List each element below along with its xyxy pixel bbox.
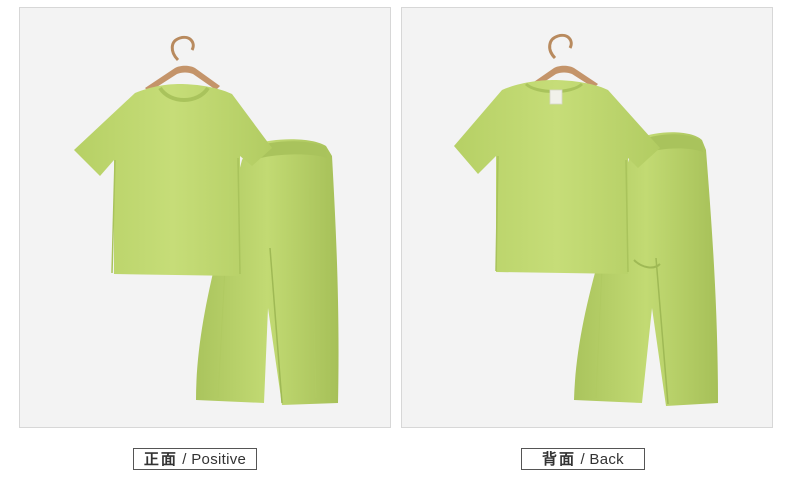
hanger-icon [145, 35, 220, 92]
front-caption-separator: / [177, 451, 192, 468]
back-view-caption: 背面 / Back [521, 448, 645, 470]
neck-label-icon [549, 89, 563, 105]
front-caption-cn: 正面 [143, 450, 178, 468]
front-pajama-set-image [74, 35, 339, 405]
back-caption-en: Back [589, 451, 624, 468]
back-pajama-set-image [454, 33, 718, 406]
back-caption-separator: / [576, 451, 590, 468]
front-caption-en: Positive [191, 451, 247, 468]
back-caption-cn: 背面 [542, 450, 577, 468]
front-view-caption: 正面 / Positive [133, 448, 257, 470]
front-view-photo [19, 7, 391, 428]
back-view-photo [401, 7, 773, 428]
